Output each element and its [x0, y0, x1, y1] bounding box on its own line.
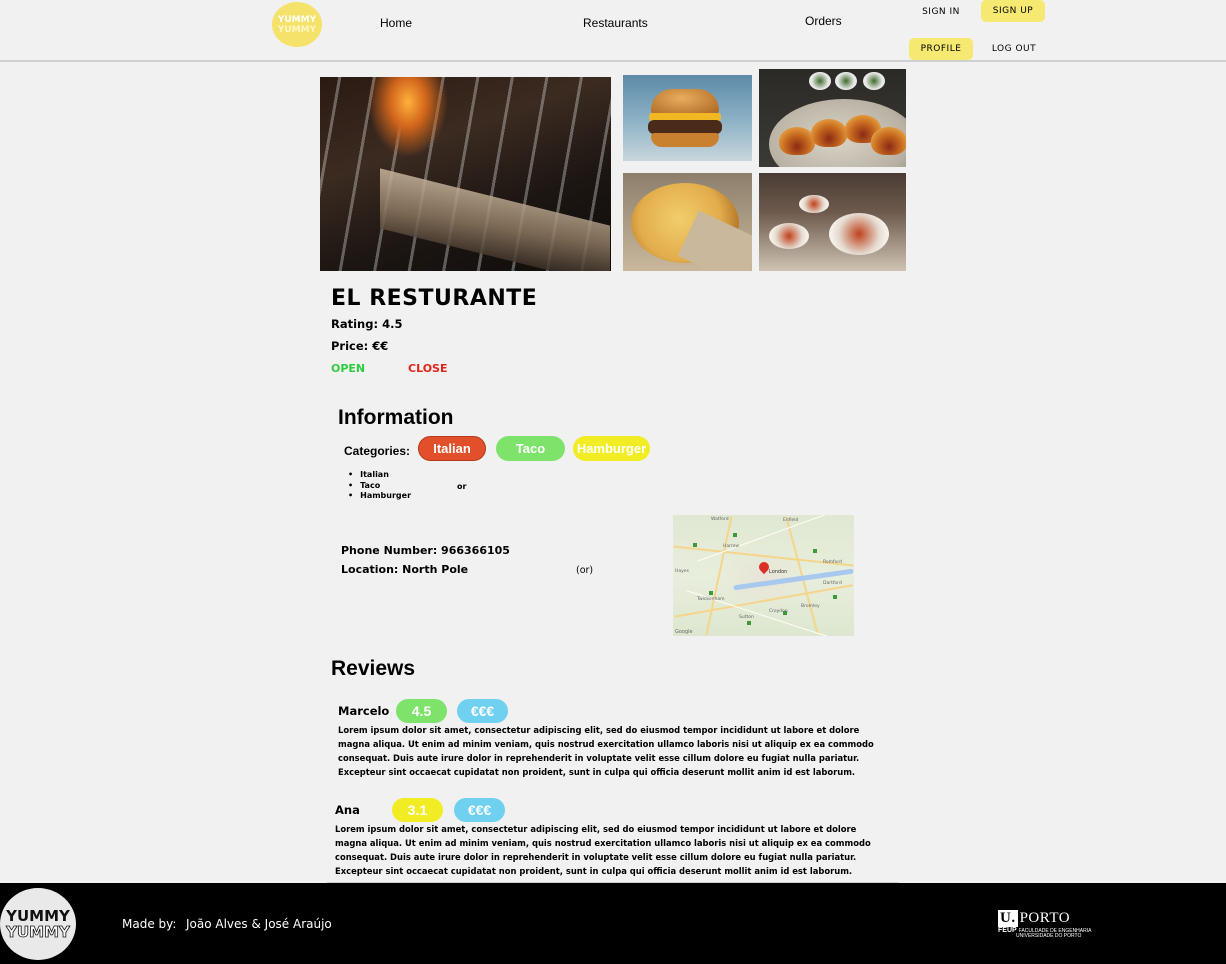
- review-score-badge: 3.1: [392, 798, 443, 822]
- review-author: Ana: [335, 803, 360, 817]
- map-town-label: Romford: [823, 560, 843, 565]
- map-town-label: Sutton: [739, 615, 754, 620]
- tacos-photo[interactable]: [759, 69, 906, 167]
- footer: YUMMY YUMMY Made by: João Alves & José A…: [0, 883, 1226, 964]
- uporto-logo[interactable]: U. PORTO FEUP FACULDADE DE ENGENHARIA UNIV…: [998, 910, 1091, 939]
- made-by-label: Made by:: [122, 917, 177, 931]
- footer-yummy-logo[interactable]: YUMMY YUMMY: [0, 888, 76, 960]
- sign-up-button[interactable]: SIGN UP: [981, 0, 1045, 22]
- taco: [811, 119, 847, 147]
- side-dish: [799, 195, 829, 213]
- photo-table-detail: [380, 168, 610, 271]
- map-town-label: Enfield: [783, 518, 799, 523]
- map-park: [813, 549, 817, 553]
- categories-label: Categories:: [344, 444, 411, 458]
- category-pill-italian[interactable]: Italian: [418, 436, 486, 461]
- map-park: [709, 591, 713, 595]
- category-list-item: Taco: [348, 481, 411, 492]
- map-town-label: Bromley: [801, 604, 820, 609]
- burger-bun-top: [651, 89, 719, 115]
- map-park: [693, 543, 697, 547]
- burger-bun-bottom: [651, 133, 719, 147]
- burger-patty: [648, 120, 722, 134]
- nav-restaurants-link[interactable]: Restaurants: [583, 16, 648, 30]
- feup-acronym: FEUP: [998, 927, 1017, 934]
- map-attribution: Google: [675, 629, 693, 635]
- category-pill-hamburger[interactable]: Hamburger: [573, 436, 650, 461]
- reviews-heading: Reviews: [331, 657, 416, 680]
- category-list-item: Hamburger: [348, 491, 411, 502]
- footer-logo-line2: YUMMY: [6, 923, 71, 941]
- map-town-label: Dartford: [823, 581, 842, 586]
- taco: [779, 127, 815, 155]
- feup-text: FEUP FACULDADE DE ENGENHARIA UNIVERSIDADE…: [998, 927, 1091, 939]
- top-navbar: YUMMY YUMMY Home Restaurants Orders SIGN…: [0, 0, 1226, 62]
- map-road: [705, 516, 733, 635]
- review-author: Marcelo: [338, 704, 390, 718]
- map-town-label: Harrow: [723, 544, 740, 549]
- quiche-photo[interactable]: [623, 173, 752, 271]
- map-pin-label: London: [769, 569, 788, 575]
- phone-number: Phone Number: 966366105: [341, 544, 510, 557]
- uporto-wordmark: U. PORTO: [998, 910, 1091, 927]
- salsa-bowl: [809, 72, 831, 90]
- review-score-badge: 4.5: [396, 699, 447, 723]
- location-map[interactable]: Watford Enfield Harrow Romford Hayes Cro…: [673, 515, 854, 636]
- taco: [871, 127, 906, 155]
- map-town-label: Croydon: [769, 609, 788, 614]
- nav-home-link[interactable]: Home: [380, 16, 412, 30]
- map-town-label: Twickenham: [697, 597, 725, 602]
- pasta-dish: [829, 213, 889, 255]
- feup-line2: UNIVERSIDADE DO PORTO: [1016, 933, 1082, 939]
- restaurant-name: EL RESTURANTE: [331, 286, 538, 311]
- uporto-name: PORTO: [1019, 910, 1071, 926]
- sign-in-button[interactable]: SIGN IN: [916, 1, 966, 23]
- restaurant-rating: Rating: 4.5: [331, 317, 403, 331]
- or-paren-text: (or): [576, 565, 594, 576]
- map-park: [747, 621, 751, 625]
- authors-text: João Alves & José Araújo: [186, 917, 332, 931]
- location: Location: North Pole: [341, 563, 469, 576]
- map-town-label: Hayes: [675, 569, 689, 574]
- category-list-item: Italian: [348, 470, 411, 481]
- status-open-label: OPEN: [331, 362, 366, 375]
- burger-photo[interactable]: [623, 75, 752, 161]
- salsa-bowl: [835, 72, 857, 90]
- restaurant-dining-room-photo[interactable]: [320, 77, 611, 271]
- uporto-u-mark: U.: [998, 910, 1018, 927]
- information-heading: Information: [338, 406, 454, 429]
- nav-orders-link[interactable]: Orders: [805, 14, 842, 28]
- restaurant-price: Price: €€: [331, 339, 389, 353]
- salsa-bowl: [863, 72, 885, 90]
- review-text: Lorem ipsum dolor sit amet, consectetur …: [338, 725, 874, 777]
- yummy-logo[interactable]: YUMMY YUMMY: [272, 2, 322, 47]
- log-out-button[interactable]: LOG OUT: [983, 38, 1045, 60]
- or-text: or: [457, 482, 467, 491]
- category-list: Italian Taco Hamburger: [348, 470, 411, 502]
- review-text: Lorem ipsum dolor sit amet, consectetur …: [335, 824, 871, 876]
- logo-text-line2: YUMMY: [277, 24, 317, 35]
- category-pill-taco[interactable]: Taco: [496, 436, 565, 461]
- status-close-label: CLOSE: [408, 362, 448, 375]
- map-park: [833, 595, 837, 599]
- dinner-table-photo[interactable]: [759, 173, 906, 271]
- side-dish: [769, 223, 809, 249]
- map-park: [733, 533, 737, 537]
- profile-button[interactable]: PROFILE: [909, 38, 973, 60]
- footer-logo-line1: YUMMY: [6, 907, 70, 925]
- logo-text-line1: YUMMY: [277, 14, 317, 25]
- review-price-badge: €€€: [454, 798, 505, 822]
- map-town-label: Watford: [711, 517, 729, 522]
- review-price-badge: €€€: [457, 699, 508, 723]
